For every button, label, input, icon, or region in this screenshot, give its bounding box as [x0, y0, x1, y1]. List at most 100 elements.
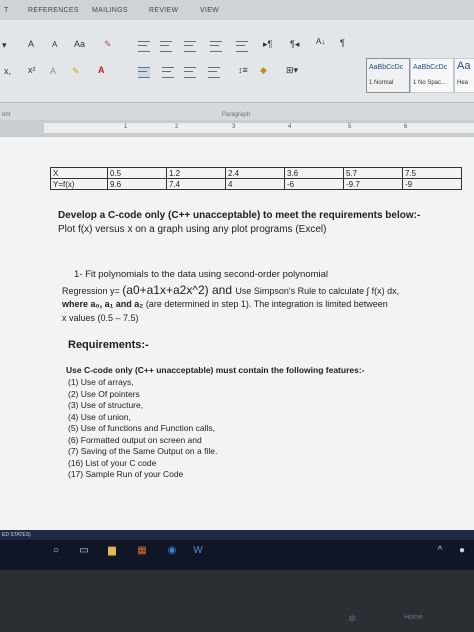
text-effects-icon[interactable]: A	[50, 66, 56, 76]
browser-icon[interactable]: ◉	[166, 545, 178, 557]
sort-icon[interactable]: A↓	[316, 37, 325, 46]
table-cell: -9	[402, 178, 462, 190]
style-normal[interactable]: AaBbCcDc 1 Normal	[366, 58, 410, 93]
step1-line: 1- Fit polynomials to the data using sec…	[74, 269, 328, 280]
increase-indent-icon[interactable]	[236, 41, 248, 52]
coefficients-prefix: where a₀, a₁ and a₂	[62, 299, 144, 309]
regression-and: and	[208, 283, 236, 297]
x-range-line: x values (0.5 – 7.5)	[62, 313, 139, 323]
list-item: (16) List of your C code	[68, 457, 157, 468]
ruler-number: 1	[124, 124, 128, 130]
superscript-button[interactable]: x²	[28, 65, 36, 75]
list-item: (6) Formatted output on screen and	[68, 434, 202, 445]
list-item: (17) Sample Run of your Code	[68, 469, 184, 479]
shrink-font-button[interactable]: A	[52, 40, 57, 49]
store-icon[interactable]: ▦	[136, 545, 148, 557]
change-case-button[interactable]: Aa	[74, 39, 85, 49]
table-cell: X	[50, 167, 108, 179]
style-heading-label: Hea	[457, 80, 469, 86]
style-no-spacing-preview: AaBbCcDc	[413, 64, 448, 71]
bullets-icon[interactable]	[138, 41, 150, 52]
table-cell: 3.6	[284, 167, 344, 179]
task-heading: Develop a C-code only (C++ unacceptable)…	[58, 210, 421, 221]
ribbon-tabs: T REFERENCES MAILINGS REVIEW VIEW	[0, 0, 474, 20]
style-heading-preview: Aa	[457, 60, 471, 72]
table-cell: 9.6	[107, 178, 167, 190]
table-row: Y=f(x) 9.6 7.4 4 -6 -9.7 -9	[50, 178, 462, 190]
align-right-icon[interactable]	[184, 67, 196, 78]
decrease-indent-icon[interactable]	[210, 41, 222, 52]
ruler-number: 4	[288, 124, 292, 130]
style-normal-label: 1 Normal	[369, 80, 394, 86]
table-cell: 0.5	[107, 167, 167, 179]
table-cell: -6	[284, 178, 344, 190]
style-normal-preview: AaBbCcDc	[369, 64, 404, 71]
table-cell: 1.2	[166, 167, 226, 179]
ruler-number: 6	[404, 124, 408, 130]
requirements-title: Requirements:-	[68, 339, 149, 351]
coefficients-line: where a₀, a₁ and a₂ (are determined in s…	[62, 299, 388, 309]
network-icon[interactable]: ●	[456, 545, 468, 557]
show-marks-icon[interactable]: ¶	[340, 38, 345, 48]
multilevel-list-icon[interactable]	[184, 41, 196, 52]
regression-line: Regression y= (a0+a1x+a2x^2) and Use Sim…	[62, 283, 399, 297]
plot-instruction: Plot f(x) versus x on a graph using any …	[58, 224, 327, 235]
tab-view[interactable]: VIEW	[200, 7, 219, 14]
taskbar	[0, 540, 474, 570]
regression-prefix: Regression y=	[62, 286, 123, 296]
list-item: (3) Use of structure,	[68, 400, 144, 410]
justify-icon[interactable]	[208, 67, 220, 78]
ltr-icon[interactable]: ▸¶	[263, 39, 272, 50]
line-spacing-icon[interactable]: ↕≡	[238, 65, 248, 75]
table-cell: 5.7	[343, 167, 403, 179]
screen: T REFERENCES MAILINGS REVIEW VIEW ▾ A A …	[0, 0, 474, 570]
table-cell: 2.4	[225, 167, 285, 179]
tab-references[interactable]: REFERENCES	[28, 7, 79, 14]
tab-review[interactable]: REVIEW	[149, 7, 178, 14]
table-cell: Y=f(x)	[50, 178, 108, 190]
ruler-page-area	[44, 123, 474, 133]
task-view-icon[interactable]: ▭	[78, 545, 90, 557]
font-group-label: ont	[2, 112, 11, 118]
simpson-text: Use Simpson's Rule to calculate ∫ f(x) d…	[235, 286, 400, 296]
table-cell: 7.5	[402, 167, 462, 179]
search-icon[interactable]: ○	[50, 545, 62, 557]
style-heading[interactable]: Aa Hea	[454, 58, 474, 93]
grow-font-button[interactable]: A	[28, 39, 34, 49]
align-left-icon[interactable]	[138, 67, 150, 78]
list-item: (5) Use of functions and Function calls,	[68, 423, 215, 433]
font-color-button[interactable]: A	[98, 65, 105, 75]
table-cell: -9.7	[343, 178, 403, 190]
list-item: (4) Use of union,	[68, 411, 131, 422]
monitor-bezel	[0, 570, 474, 632]
subscript-button[interactable]: x,	[4, 66, 11, 76]
document-page[interactable]: X 0.5 1.2 2.4 3.6 5.7 7.5 Y=f(x) 9.6 7.4…	[0, 137, 474, 530]
ruler-number: 2	[175, 124, 179, 130]
file-explorer-icon[interactable]: ▆	[106, 545, 118, 557]
rtl-icon[interactable]: ¶◂	[290, 39, 299, 50]
highlight-icon[interactable]: ✎	[72, 66, 80, 77]
table-row: X 0.5 1.2 2.4 3.6 5.7 7.5	[50, 167, 462, 179]
coefficients-rest: (are determined in step 1). The integrat…	[143, 299, 388, 309]
ruler-number: 5	[348, 124, 352, 130]
style-no-spacing[interactable]: AaBbCcDc 1 No Spac...	[410, 58, 454, 93]
word-icon[interactable]: W	[192, 545, 204, 557]
list-item: (2) Use Of pointers	[68, 388, 140, 399]
ruler-number: 3	[232, 124, 236, 130]
c-code-requirement: Use C-code only (C++ unacceptable) must …	[66, 365, 365, 375]
numbering-icon[interactable]	[160, 41, 172, 52]
font-size-dropdown-icon[interactable]: ▾	[2, 40, 7, 51]
shading-icon[interactable]: ◆	[260, 65, 267, 76]
tab-mailings[interactable]: MAILINGS	[92, 7, 128, 14]
list-item: (1) Use of arrays,	[68, 377, 134, 387]
borders-icon[interactable]: ⊞▾	[286, 65, 298, 76]
notification-chevron-icon[interactable]: ^	[434, 545, 446, 557]
align-center-icon[interactable]	[162, 67, 174, 78]
table-cell: 7.4	[166, 178, 226, 190]
tab-partial[interactable]: T	[4, 7, 9, 14]
clear-formatting-icon[interactable]: ✎	[104, 39, 112, 50]
ribbon: ▾ A A Aa ✎ x, x² A ✎ A ▸¶ ¶◂ A↓ ¶ ↕≡ ◆ ⊞…	[0, 20, 474, 103]
regression-formula: (a0+a1x+a2x^2)	[122, 283, 209, 297]
feature-list: (1) Use of arrays, (2) Use Of pointers (…	[68, 377, 217, 481]
data-table: X 0.5 1.2 2.4 3.6 5.7 7.5 Y=f(x) 9.6 7.4…	[50, 167, 462, 190]
